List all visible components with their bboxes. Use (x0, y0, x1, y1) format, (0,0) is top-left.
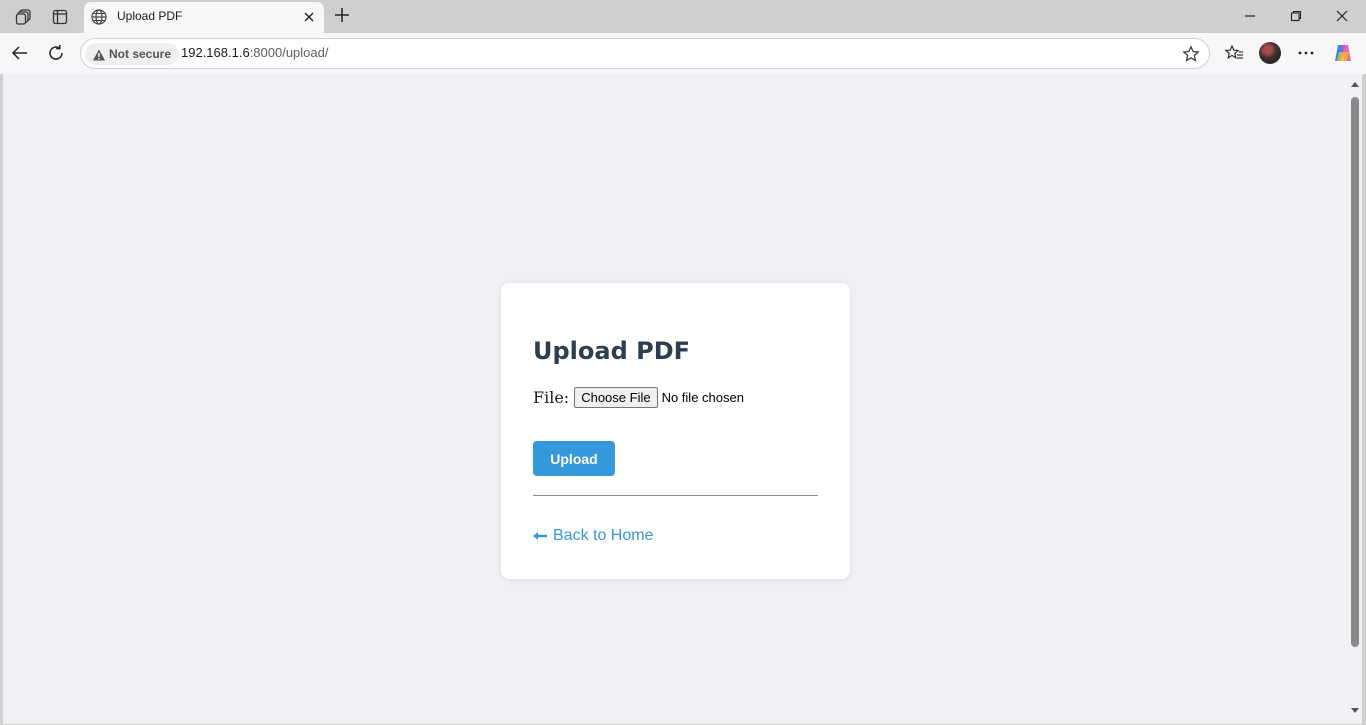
avatar (1259, 42, 1281, 64)
page-viewport: Upload PDF File: Choose File No file cho… (3, 74, 1348, 724)
upload-card: Upload PDF File: Choose File No file cho… (501, 283, 850, 579)
url-text[interactable]: 192.168.1.6:8000/upload/ (181, 45, 328, 60)
vertical-tabs-icon[interactable] (49, 6, 71, 28)
address-bar[interactable]: Not secure 192.168.1.6:8000/upload/ (80, 38, 1210, 69)
tab-title: Upload PDF (117, 9, 183, 23)
warning-icon (92, 47, 106, 61)
security-chip[interactable]: Not secure (85, 43, 180, 65)
choose-file-button[interactable]: Choose File (574, 387, 658, 408)
security-label: Not secure (109, 47, 172, 61)
back-to-home-link[interactable]: Back to Home (533, 527, 653, 545)
browser-toolbar: Not secure 192.168.1.6:8000/upload/ (0, 33, 1366, 74)
url-host: 192.168.1.6 (181, 45, 250, 60)
left-arrow-icon (533, 532, 547, 540)
profile-avatar[interactable] (1258, 41, 1282, 65)
close-icon[interactable] (300, 8, 318, 26)
url-path: :8000/upload/ (249, 45, 329, 60)
upload-button[interactable]: Upload (533, 441, 615, 476)
scroll-thumb[interactable] (1351, 97, 1359, 647)
plus-icon (335, 8, 349, 22)
scroll-up-icon[interactable] (1351, 82, 1359, 87)
close-window-icon[interactable] (1330, 5, 1354, 27)
tab-upload-pdf[interactable]: Upload PDF (84, 2, 324, 33)
page-title: Upload PDF (533, 337, 691, 365)
refresh-icon[interactable] (44, 41, 68, 65)
divider (533, 495, 818, 496)
file-label: File: (533, 388, 570, 407)
file-field: File: Choose File No file chosen (533, 387, 744, 408)
back-arrow-icon[interactable] (8, 41, 32, 65)
tab-strip: Upload PDF (0, 0, 1366, 33)
globe-icon (90, 8, 108, 26)
new-tab-button[interactable] (331, 4, 353, 26)
star-icon[interactable] (1181, 44, 1201, 64)
favorites-icon[interactable] (1222, 41, 1246, 65)
scrollbar[interactable] (1348, 74, 1362, 724)
workspaces-icon[interactable] (13, 6, 35, 28)
copilot-icon[interactable] (1331, 41, 1355, 65)
scroll-down-icon[interactable] (1351, 708, 1359, 713)
restore-icon[interactable] (1284, 5, 1308, 27)
minimize-icon[interactable] (1238, 5, 1262, 27)
no-file-text: No file chosen (661, 390, 744, 405)
back-link-label: Back to Home (553, 527, 654, 544)
more-icon[interactable] (1294, 41, 1318, 65)
